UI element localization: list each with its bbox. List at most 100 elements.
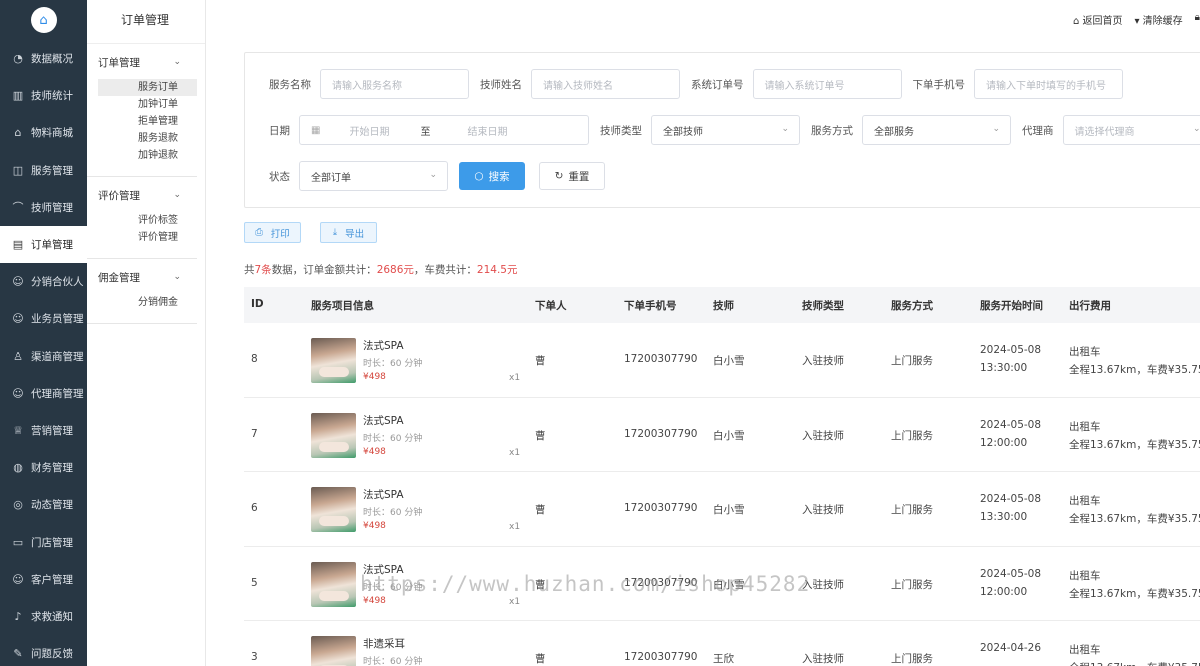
submenu-item[interactable]: 加钟退款	[98, 147, 197, 164]
sidebar-item[interactable]: ☺ 代理商管理	[0, 375, 87, 412]
calendar-icon: ▦	[311, 124, 321, 136]
sidebar-item-label: 营销管理	[31, 424, 73, 437]
service-mode-select[interactable]: 全部服务 ⌄	[862, 115, 1011, 145]
cell-date: 2024-04-26	[980, 642, 1042, 654]
sidebar-item[interactable]: ♙ 渠道商管理	[0, 338, 87, 375]
start-date-input[interactable]: 开始日期	[349, 123, 389, 138]
date-range-picker[interactable]: ▦ 开始日期 至 结束日期	[299, 115, 589, 145]
marketing-icon: ♕	[13, 423, 23, 437]
end-date-input[interactable]: 结束日期	[467, 123, 507, 138]
customer-icon: ☺	[12, 572, 24, 586]
table-row[interactable]: 8 法式SPA 时长：60 分钟 ¥498 x1 曹 17200307790 白小雪 入驻技师 上…	[244, 323, 1200, 398]
home-logo-icon: ⌂	[30, 7, 57, 33]
cell-phone: 17200307790	[624, 427, 698, 440]
sidebar-item[interactable]: ◍ 财务管理	[0, 449, 87, 486]
submenu-group-header[interactable]: 评价管理 ⌄	[87, 187, 197, 203]
tech-name-label: 技师姓名	[480, 78, 522, 91]
cell-duration: 时长：60 分钟	[363, 433, 423, 444]
sidebar-item[interactable]: ▤ 订单管理	[0, 225, 87, 264]
submenu-group-label: 佣金管理	[98, 271, 140, 284]
agent-label: 代理商	[1022, 124, 1054, 137]
tech-type-select[interactable]: 全部技师 ⌄	[651, 115, 800, 145]
sidebar-item[interactable]: ⌒ 技师管理	[0, 189, 87, 226]
submenu-item[interactable]: 分销佣金	[98, 294, 197, 311]
submenu-item[interactable]: 加钟订单	[98, 96, 197, 113]
salesman-icon: ☺	[12, 312, 24, 326]
search-icon: ○	[474, 170, 484, 182]
sidebar-item-label: 技师统计	[31, 90, 73, 103]
sidebar-item[interactable]: ♕ 营销管理	[0, 412, 87, 449]
cell-user: 曹	[535, 504, 546, 516]
cell-technician: 白小雪	[713, 504, 745, 516]
export-button[interactable]: ⤓ 导出	[320, 222, 377, 243]
partner-icon: ☺	[12, 275, 24, 289]
col-tech-type: 技师类型	[802, 300, 844, 312]
bell-icon: ♪	[14, 609, 22, 623]
date-separator: 至	[420, 126, 431, 138]
clear-cache-link[interactable]: ▾ 清除缓存	[1134, 12, 1182, 27]
sidebar-item-label: 分销合伙人	[31, 276, 84, 289]
cell-price: ¥498	[363, 446, 386, 457]
filter-panel: 服务名称 请输入服务名称 技师姓名 请输入技师姓名 系统订单号 请输入系统订单号…	[244, 52, 1200, 208]
service-name-input[interactable]: 请输入服务名称	[320, 69, 469, 99]
col-phone: 下单手机号	[624, 300, 677, 312]
cell-id: 7	[251, 427, 258, 440]
sidebar-item[interactable]: ◔ 数据概况	[0, 40, 87, 77]
home-link[interactable]: ⌂ 返回首页	[1073, 12, 1123, 27]
sidebar-item-label: 客户管理	[31, 573, 73, 586]
channel-icon: ♙	[13, 349, 23, 363]
cell-date: 2024-05-08	[980, 567, 1042, 580]
sidebar-item[interactable]: ♪ 求救通知	[0, 598, 87, 635]
order-no-input[interactable]: 请输入系统订单号	[752, 69, 902, 99]
sidebar-item-label: 服务管理	[31, 164, 73, 177]
agent-select[interactable]: 请选择代理商 ⌄	[1062, 115, 1200, 145]
chevron-down-icon: ⌄	[173, 272, 181, 282]
cell-id: 3	[251, 651, 258, 663]
status-select[interactable]: 全部订单 ⌄	[299, 161, 448, 191]
cell-date: 2024-05-08	[980, 493, 1042, 505]
cell-phone: 17200307790	[624, 502, 698, 514]
tech-name-input[interactable]: 请输入技师姓名	[531, 69, 680, 99]
reset-button[interactable]: ↻ 重置	[539, 162, 605, 190]
submenu-item[interactable]: 评价标签	[98, 212, 197, 229]
lock-icon[interactable]: 🔒︎	[1195, 12, 1200, 27]
sidebar-item[interactable]: ◫ 服务管理	[0, 152, 87, 189]
service-thumbnail	[311, 561, 356, 607]
submenu-item[interactable]: 评价管理	[98, 229, 197, 246]
submenu-item[interactable]: 服务退款	[98, 130, 197, 147]
order-icon: ▤	[12, 238, 24, 252]
sidebar-item[interactable]: ◎ 动态管理	[0, 486, 87, 523]
cell-service-name: 法式SPA	[363, 489, 404, 501]
submenu-item[interactable]: 服务订单	[98, 79, 197, 96]
logo[interactable]: ⌂	[0, 0, 87, 40]
sidebar-item-label: 渠道商管理	[31, 350, 84, 363]
table-row[interactable]: 6 法式SPA 时长：60 分钟 ¥498 x1 曹 17200307790 白小雪 入驻技师 上…	[244, 472, 1200, 547]
cell-trip-type: 出租车	[1069, 420, 1101, 433]
print-button[interactable]: ⎙ 打印	[244, 222, 301, 243]
submenu-group-header[interactable]: 佣金管理 ⌄	[87, 269, 197, 285]
sidebar-item[interactable]: ☺ 业务员管理	[0, 300, 87, 337]
sidebar-item[interactable]: ☺ 客户管理	[0, 561, 87, 598]
sidebar-item[interactable]: ☺ 分销合伙人	[0, 263, 87, 300]
phone-input[interactable]: 请输入下单时填写的手机号	[974, 69, 1123, 99]
chevron-down-icon: ⌄	[992, 124, 1000, 134]
sidebar-item[interactable]: ▥ 技师统计	[0, 77, 87, 114]
search-button[interactable]: ○ 搜索	[459, 162, 525, 190]
chevron-down-icon: ⌄	[429, 170, 437, 180]
sidebar-item[interactable]: ▭ 门店管理	[0, 523, 87, 560]
chevron-down-icon: ⌄	[173, 190, 181, 200]
table-row[interactable]: 7 法式SPA 时长：60 分钟 ¥498 x1 曹 17200307790 白小雪 入驻技师 上…	[244, 398, 1200, 472]
sidebar-item-label: 订单管理	[31, 239, 73, 252]
cell-qty: x1	[509, 447, 521, 458]
cell-technician: 王欣	[713, 653, 734, 665]
submenu-panel: 订单管理 订单管理 ⌄ 服务订单 加钟订单 拒单管理 服务退款 加钟退款 评价管理 ⌄ 评价标签评…	[87, 0, 206, 666]
submenu-item[interactable]: 拒单管理	[98, 113, 197, 130]
watermark: https://www.huzhan.com/ishop45282	[360, 572, 811, 596]
sidebar-item-label: 代理商管理	[31, 387, 84, 400]
sidebar-item-label: 物料商城	[31, 127, 73, 140]
sidebar-item[interactable]: ⌂ 物料商城	[0, 114, 87, 151]
sidebar-item[interactable]: ✎ 问题反馈	[0, 635, 87, 666]
submenu-group-header[interactable]: 订单管理 ⌄	[87, 54, 197, 70]
table-row[interactable]: 3 非遗采耳 时长：60 分钟 曹 17200307790 王欣 入驻技师 上门服务 2024-…	[244, 621, 1200, 666]
cell-duration: 时长：60 分钟	[363, 657, 423, 666]
